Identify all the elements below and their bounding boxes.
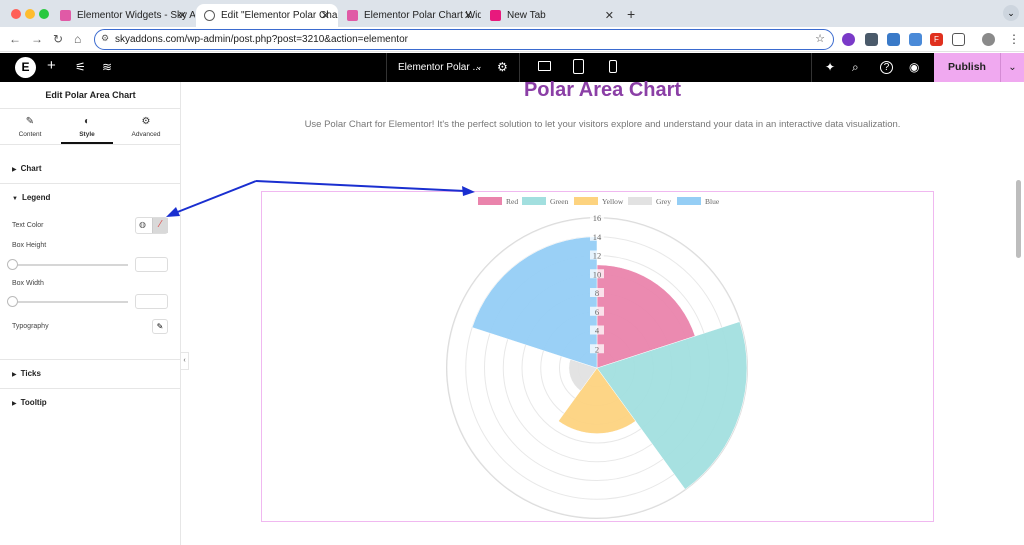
legend-swatch — [522, 197, 546, 205]
tick-label: 16 — [593, 213, 602, 223]
legend-swatch — [628, 197, 652, 205]
chart-legend: Red Green Yellow Grey Blue — [478, 197, 720, 206]
legend-label: Blue — [705, 197, 720, 206]
tick-label: 12 — [593, 251, 602, 261]
legend-swatch — [574, 197, 598, 205]
arrowhead-icon — [462, 186, 475, 196]
annotation-arrows — [166, 180, 475, 217]
slice-blue — [471, 236, 598, 369]
tick-label: 6 — [595, 307, 599, 317]
legend-label: Yellow — [602, 197, 624, 206]
annotation-arrow-legend — [255, 180, 466, 192]
tick-label: 8 — [595, 288, 599, 298]
arrowhead-icon — [166, 207, 180, 217]
legend-label: Red — [506, 197, 518, 206]
tick-label: 10 — [593, 269, 602, 279]
annotation-arrow-color — [174, 180, 257, 214]
legend-label: Green — [550, 197, 569, 206]
polar-area-chart: 246810121416 Red Green Yellow Grey Blue — [166, 180, 748, 519]
tick-label: 14 — [593, 232, 602, 242]
chart-slices — [471, 236, 748, 490]
tick-label: 2 — [595, 344, 599, 354]
legend-swatch — [677, 197, 701, 205]
legend-swatch — [478, 197, 502, 205]
legend-label: Grey — [656, 197, 671, 206]
